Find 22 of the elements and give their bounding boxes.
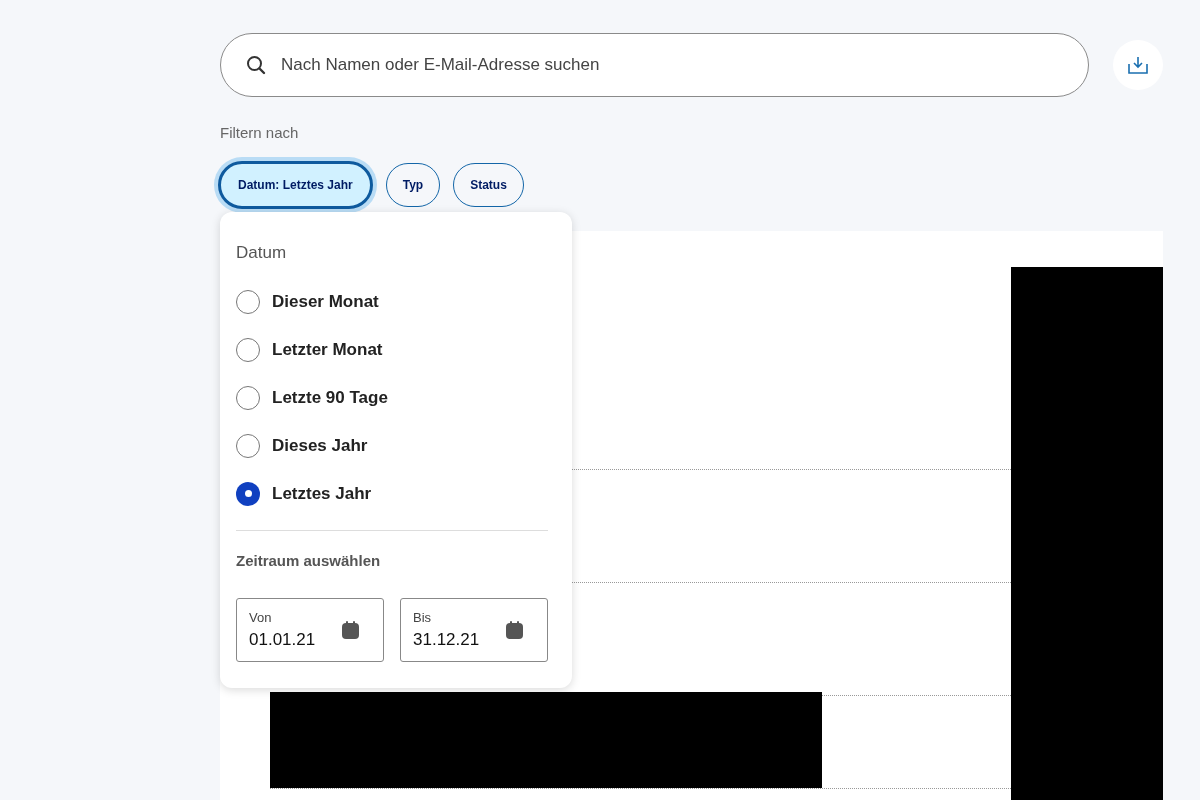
calendar-icon [342, 621, 359, 639]
radio-option[interactable]: Dieser Monat [236, 277, 556, 326]
radio-button[interactable] [236, 385, 260, 410]
radio-option[interactable]: Letzter Monat [236, 325, 556, 374]
radio-option[interactable]: Dieses Jahr [236, 421, 556, 470]
radio-button[interactable] [236, 481, 260, 506]
filter-chip[interactable]: Datum: Letztes Jahr [218, 160, 373, 209]
radio-option[interactable]: Letzte 90 Tage [236, 373, 556, 422]
download-icon [1128, 56, 1148, 74]
radio-button[interactable] [236, 337, 260, 362]
range-label: Zeitraum auswählen [236, 550, 382, 571]
calendar-icon [506, 621, 523, 639]
radio-option[interactable]: Letztes Jahr [236, 469, 556, 518]
date-field[interactable]: Von 01.01.21 [236, 598, 384, 662]
download-button[interactable] [1113, 40, 1163, 90]
search-field[interactable]: Nach Namen oder E-Mail-Adresse suchen [220, 33, 1089, 97]
filter-label: Filtern nach [220, 123, 300, 143]
date-field[interactable]: Bis 31.12.21 [400, 598, 548, 662]
radio-button[interactable] [236, 289, 260, 314]
radio-button[interactable] [236, 433, 260, 458]
search-icon [246, 55, 266, 75]
dropdown-heading: Datum [236, 242, 288, 264]
